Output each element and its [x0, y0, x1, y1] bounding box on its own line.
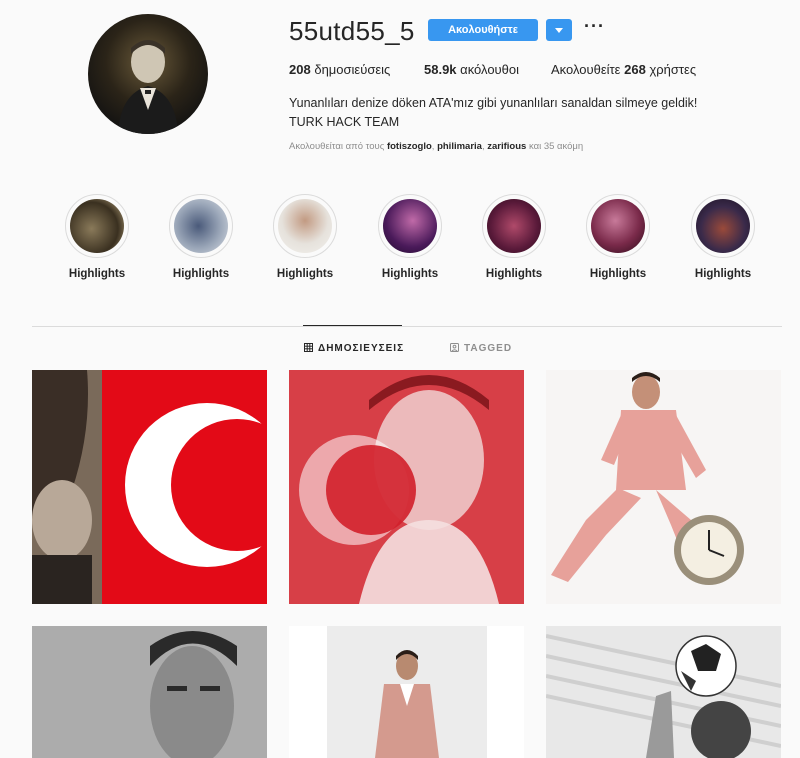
follower-link[interactable]: zarifious	[487, 141, 526, 152]
story-highlight[interactable]: Highlights	[272, 194, 338, 280]
followed-by-suffix: και 35 ακόμη	[528, 141, 584, 152]
chevron-down-icon	[555, 28, 563, 33]
highlight-thumbnail	[591, 199, 645, 253]
highlight-thumbnail	[383, 199, 437, 253]
highlight-label: Highlights	[172, 268, 230, 280]
followers-label: ακόλουθοι	[460, 62, 520, 77]
follow-button[interactable]: Ακολουθήστε	[428, 19, 538, 41]
tabs-divider	[32, 326, 782, 327]
active-tab-indicator	[303, 325, 402, 326]
posts-stat: 208 δημοσιεύσεις	[289, 62, 390, 77]
follower-link[interactable]: philimaria	[437, 141, 482, 152]
story-highlight[interactable]: Highlights	[690, 194, 756, 280]
tab-posts[interactable]: ΔΗΜΟΣΙΕΥΣΕΙΣ	[304, 343, 404, 354]
highlight-label: Highlights	[485, 268, 543, 280]
highlight-ring	[169, 194, 233, 258]
post-thumbnail[interactable]	[546, 370, 781, 604]
bio-line: TURK HACK TEAM	[289, 115, 400, 129]
post-thumbnail[interactable]	[32, 626, 267, 758]
following-prefix: Ακολουθείτε	[551, 62, 621, 77]
posts-count: 208	[289, 62, 311, 77]
post-thumbnail[interactable]	[289, 370, 524, 604]
profile-avatar[interactable]	[88, 14, 208, 134]
followed-by[interactable]: Ακολουθείται από τους fotiszoglo, philim…	[289, 141, 583, 152]
separator: ,	[431, 141, 435, 152]
post-thumbnail[interactable]	[289, 626, 524, 758]
highlight-ring	[273, 194, 337, 258]
highlight-thumbnail	[278, 199, 332, 253]
highlight-label: Highlights	[381, 268, 439, 280]
highlight-ring	[65, 194, 129, 258]
story-highlight[interactable]: Highlights	[64, 194, 130, 280]
highlight-thumbnail	[70, 199, 124, 253]
highlight-thumbnail	[487, 199, 541, 253]
posts-label: δημοσιεύσεις	[314, 62, 391, 77]
bio-line: Yunanlıları denize döken ATA'mız gibi yu…	[289, 96, 698, 110]
grid-icon	[304, 343, 313, 352]
following-count: 268	[624, 62, 646, 77]
tab-posts-label: ΔΗΜΟΣΙΕΥΣΕΙΣ	[318, 343, 405, 354]
highlight-label: Highlights	[276, 268, 334, 280]
more-options-button[interactable]: ···	[584, 16, 605, 37]
post-thumbnail[interactable]	[546, 626, 781, 758]
highlight-thumbnail	[174, 199, 228, 253]
highlight-ring	[378, 194, 442, 258]
highlight-ring	[586, 194, 650, 258]
profile-username: 55utd55_5	[289, 16, 415, 46]
tab-tagged[interactable]: TAGGED	[450, 343, 512, 354]
following-stat[interactable]: Ακολουθείτε 268 χρήστες	[551, 62, 696, 77]
highlight-ring	[482, 194, 546, 258]
followers-stat[interactable]: 58.9k ακόλουθοι	[424, 62, 519, 77]
story-highlight[interactable]: Highlights	[585, 194, 651, 280]
followers-count: 58.9k	[424, 62, 457, 77]
highlight-label: Highlights	[68, 268, 126, 280]
highlight-ring	[691, 194, 755, 258]
separator: ,	[481, 141, 485, 152]
post-thumbnail[interactable]	[32, 370, 267, 604]
followed-by-prefix: Ακολουθείται από τους	[289, 141, 385, 152]
profile-bio: Yunanlıları denize döken ATA'mız gibi yu…	[289, 94, 697, 132]
story-highlight[interactable]: Highlights	[377, 194, 443, 280]
suggestions-dropdown-button[interactable]	[546, 19, 572, 41]
tagged-icon	[450, 343, 459, 352]
highlight-thumbnail	[696, 199, 750, 253]
highlight-label: Highlights	[694, 268, 752, 280]
highlight-label: Highlights	[589, 268, 647, 280]
tab-tagged-label: TAGGED	[464, 343, 513, 354]
story-highlight[interactable]: Highlights	[481, 194, 547, 280]
follower-link[interactable]: fotiszoglo	[387, 141, 432, 152]
story-highlight[interactable]: Highlights	[168, 194, 234, 280]
following-suffix: χρήστες	[649, 62, 697, 77]
